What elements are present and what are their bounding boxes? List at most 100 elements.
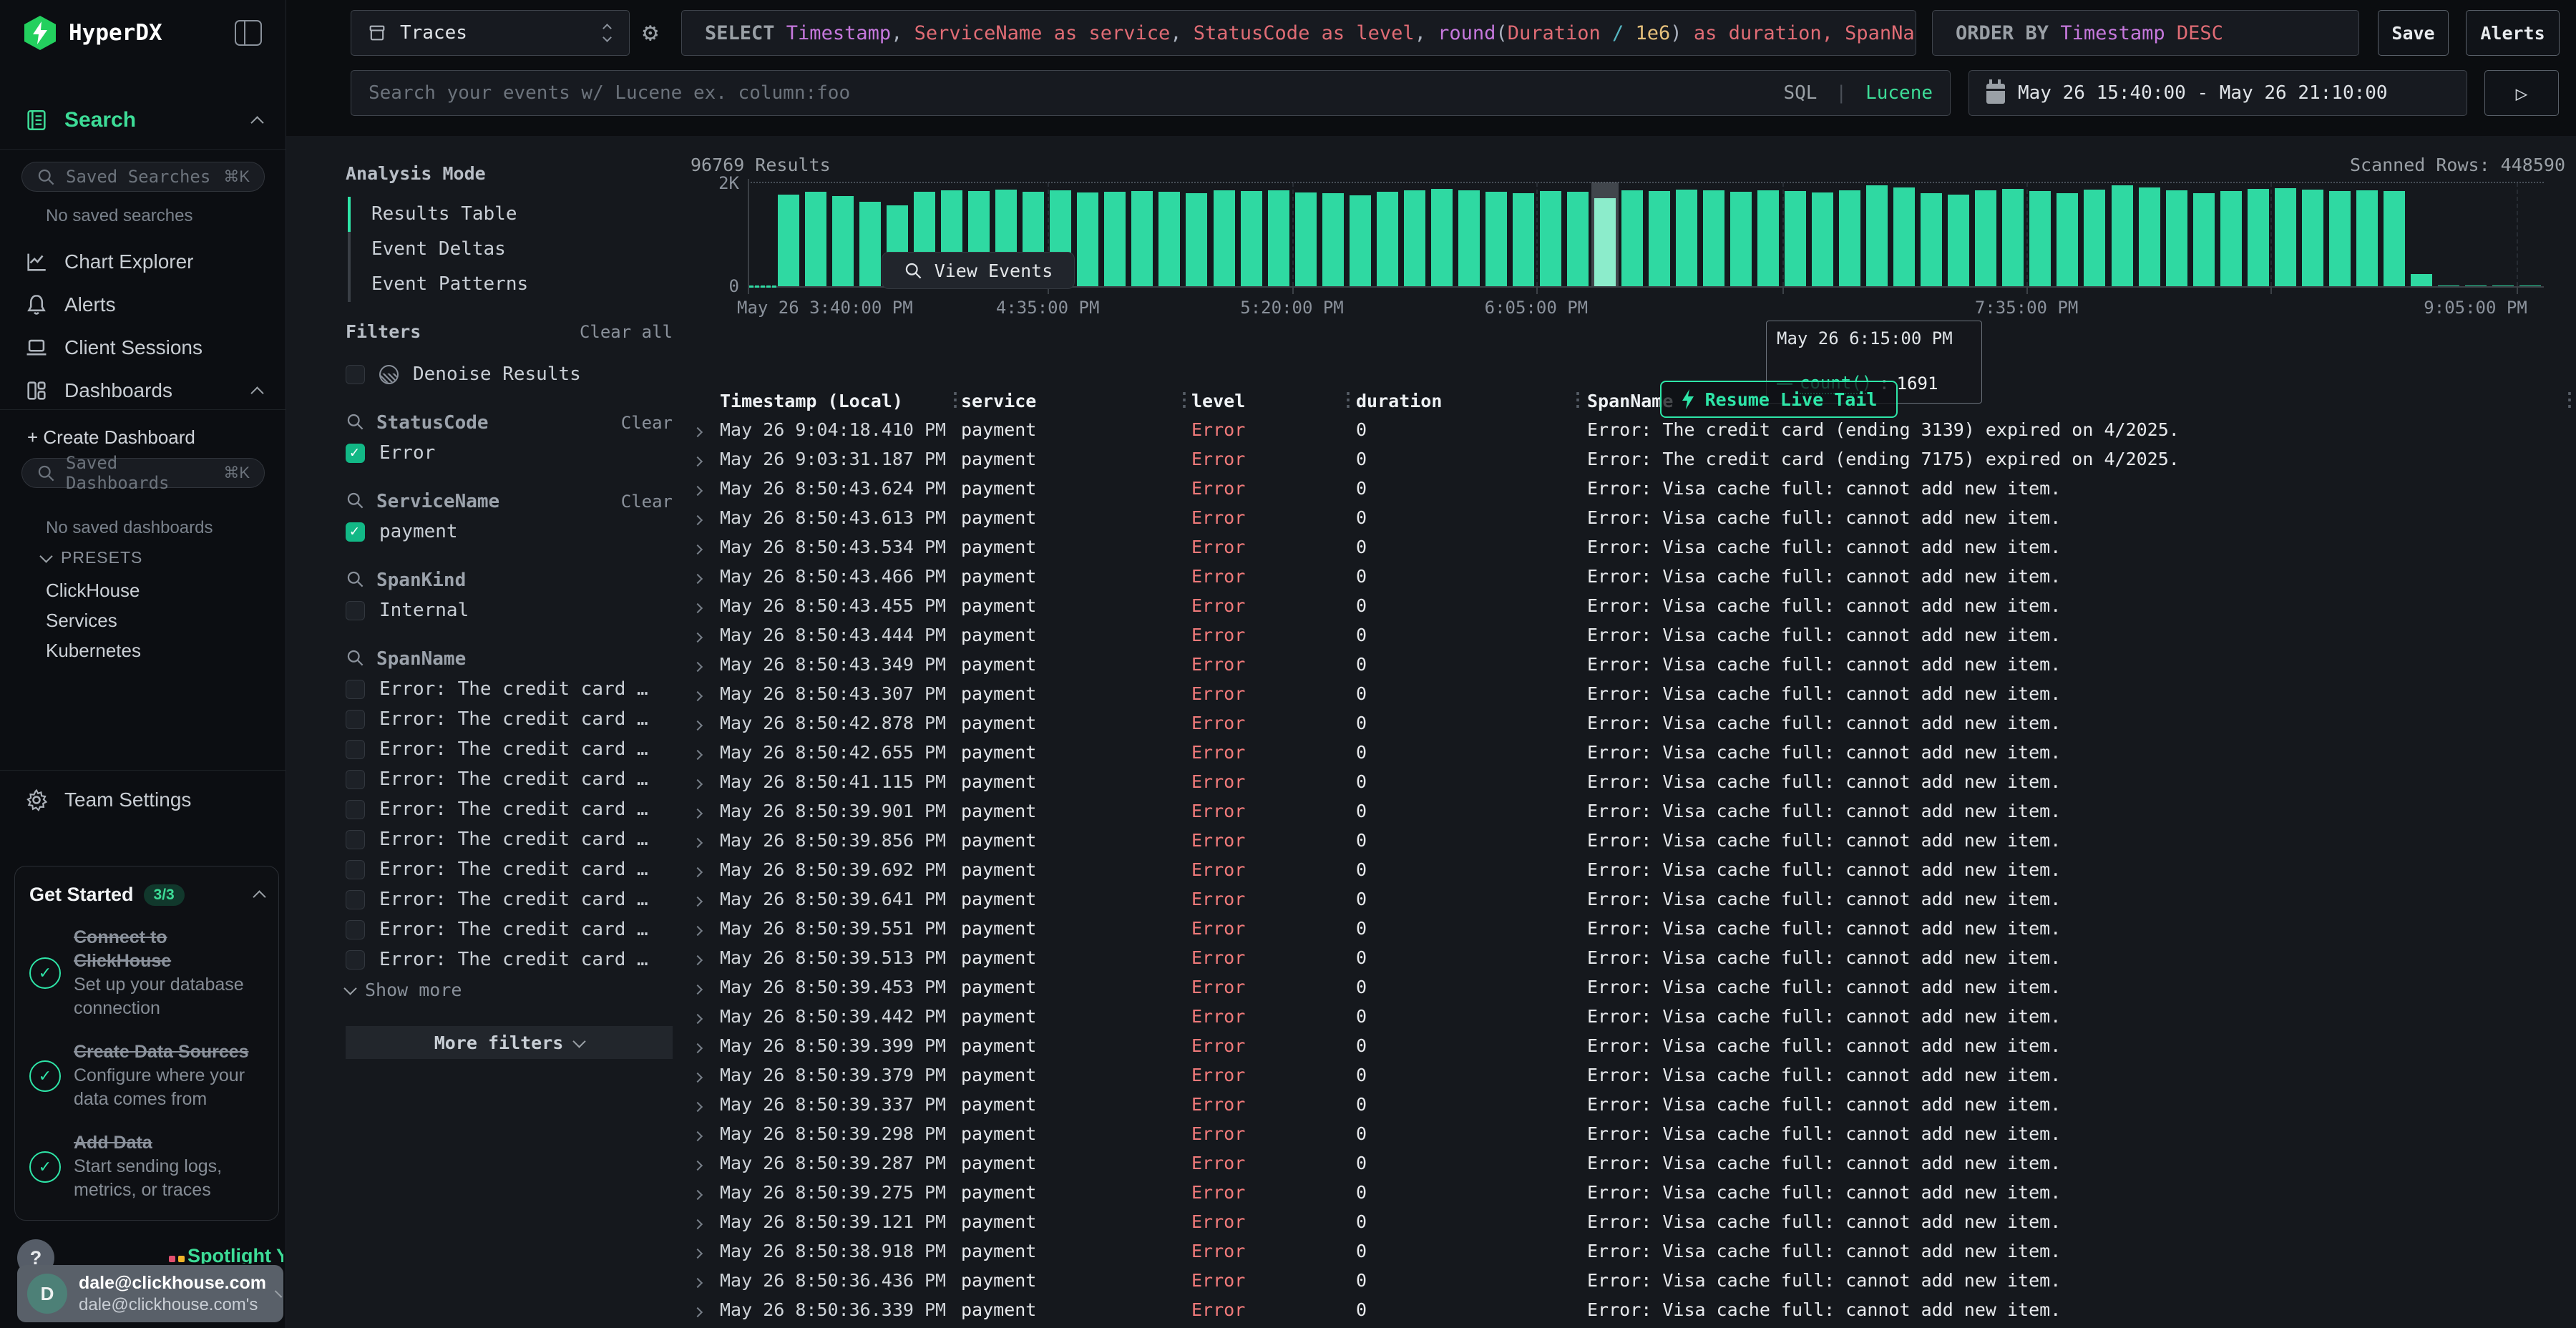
filter-option[interactable]: Error: The credit card …: [346, 704, 680, 734]
analysis-mode-item[interactable]: Event Patterns: [371, 267, 680, 302]
events-histogram[interactable]: 2K 0 May 26 3:40:00 PM4:35:00 PM5:20:00 …: [680, 136, 2576, 322]
histogram-bar[interactable]: [1676, 190, 1697, 286]
histogram-bar[interactable]: [1268, 190, 1289, 286]
column-separator[interactable]: ⋮: [1568, 389, 1587, 411]
histogram-bar[interactable]: [1921, 193, 1942, 287]
filter-checkbox[interactable]: [346, 740, 365, 759]
filter-checkbox[interactable]: [346, 800, 365, 819]
analysis-mode-item[interactable]: Results Table: [371, 197, 680, 232]
histogram-bar[interactable]: [832, 196, 854, 287]
presets-toggle[interactable]: PRESETS: [42, 548, 142, 567]
source-settings-gear-icon[interactable]: ⚙: [643, 17, 658, 49]
row-expand-button[interactable]: [694, 977, 720, 997]
row-expand-button[interactable]: [694, 947, 720, 968]
filter-checkbox[interactable]: [346, 830, 365, 849]
row-expand-button[interactable]: [694, 859, 720, 880]
table-row[interactable]: May 26 8:50:43.466 PMpaymentError0Error:…: [680, 562, 2576, 591]
sidebar-item-client-sessions[interactable]: Client Sessions: [0, 332, 286, 363]
filter-option[interactable]: Error: The credit card …: [346, 734, 680, 764]
search-input[interactable]: Search your events w/ Lucene ex. column:…: [351, 70, 1951, 116]
histogram-bar[interactable]: [1241, 191, 1262, 286]
show-more-link[interactable]: Show more: [346, 975, 680, 1005]
filter-checkbox[interactable]: [346, 710, 365, 729]
histogram-bar[interactable]: [1812, 192, 1833, 286]
row-expand-button[interactable]: [694, 1065, 720, 1085]
histogram-bar[interactable]: [2057, 193, 2078, 286]
filter-checkbox[interactable]: [346, 950, 365, 970]
analysis-mode-item[interactable]: Event Deltas: [371, 232, 680, 267]
table-row[interactable]: May 26 9:03:31.187 PMpaymentError0Error:…: [680, 444, 2576, 474]
row-expand-button[interactable]: [694, 918, 720, 939]
histogram-bar[interactable]: [2275, 188, 2296, 286]
table-row[interactable]: May 26 8:50:39.901 PMpaymentError0Error:…: [680, 796, 2576, 826]
view-events-button[interactable]: View Events: [882, 252, 1075, 289]
histogram-bar[interactable]: [1431, 189, 1453, 286]
preset-kubernetes[interactable]: Kubernetes: [46, 640, 141, 662]
histogram-bar[interactable]: [1730, 192, 1752, 286]
col-header-service[interactable]: service: [961, 391, 1191, 411]
filter-checkbox[interactable]: [346, 444, 365, 463]
row-expand-button[interactable]: [694, 1270, 720, 1291]
histogram-bar[interactable]: [1404, 190, 1425, 286]
histogram-bar[interactable]: [1621, 190, 1643, 286]
get-started-header[interactable]: Get Started 3/3: [29, 884, 264, 906]
date-range-picker[interactable]: May 26 15:40:00 - May 26 21:10:00: [1968, 70, 2467, 116]
row-expand-button[interactable]: [694, 625, 720, 645]
preset-services[interactable]: Services: [46, 610, 117, 632]
histogram-bar[interactable]: [1377, 192, 1398, 286]
histogram-bar[interactable]: [2220, 191, 2242, 286]
table-row[interactable]: May 26 8:50:39.121 PMpaymentError0Error:…: [680, 1207, 2576, 1236]
table-row[interactable]: May 26 9:04:18.410 PMpaymentError0Error:…: [680, 415, 2576, 444]
histogram-bar[interactable]: [1295, 192, 1317, 286]
table-row[interactable]: May 26 8:50:43.307 PMpaymentError0Error:…: [680, 679, 2576, 708]
histogram-bar[interactable]: [778, 195, 799, 286]
row-expand-button[interactable]: [694, 801, 720, 821]
row-expand-button[interactable]: [694, 507, 720, 528]
save-button[interactable]: Save: [2378, 10, 2449, 56]
histogram-bar[interactable]: [859, 202, 881, 286]
table-row[interactable]: May 26 8:50:39.298 PMpaymentError0Error:…: [680, 1119, 2576, 1148]
more-filters-button[interactable]: More filters: [346, 1026, 673, 1059]
histogram-bar[interactable]: [2356, 190, 2378, 286]
histogram-bar[interactable]: [2519, 285, 2541, 286]
table-row[interactable]: May 26 8:50:39.337 PMpaymentError0Error:…: [680, 1090, 2576, 1119]
table-row[interactable]: May 26 8:50:39.641 PMpaymentError0Error:…: [680, 884, 2576, 914]
row-expand-button[interactable]: [694, 1211, 720, 1232]
histogram-bar[interactable]: [1458, 190, 1480, 286]
table-row[interactable]: May 26 8:50:39.287 PMpaymentError0Error:…: [680, 1148, 2576, 1178]
histogram-bar[interactable]: [2193, 193, 2215, 287]
table-row[interactable]: May 26 8:50:39.513 PMpaymentError0Error:…: [680, 943, 2576, 972]
row-expand-button[interactable]: [694, 889, 720, 909]
table-row[interactable]: May 26 8:50:39.856 PMpaymentError0Error:…: [680, 826, 2576, 855]
filter-checkbox[interactable]: [346, 601, 365, 620]
filter-option[interactable]: Error: The credit card …: [346, 944, 680, 975]
histogram-bar[interactable]: [1214, 190, 1235, 286]
table-row[interactable]: May 26 8:50:42.655 PMpaymentError0Error:…: [680, 738, 2576, 767]
table-row[interactable]: May 26 8:50:42.878 PMpaymentError0Error:…: [680, 708, 2576, 738]
table-row[interactable]: May 26 8:50:38.918 PMpaymentError0Error:…: [680, 1236, 2576, 1266]
histogram-bar[interactable]: [1866, 185, 1888, 286]
row-expand-button[interactable]: [694, 1123, 720, 1144]
live-tail-play-button[interactable]: ▷: [2484, 70, 2559, 116]
filter-checkbox[interactable]: [346, 522, 365, 542]
histogram-bar[interactable]: [1540, 191, 1561, 286]
denoise-results-row[interactable]: Denoise Results: [346, 359, 680, 389]
filter-option[interactable]: Error: The credit card …: [346, 854, 680, 884]
clear-all-link[interactable]: Clear all: [580, 322, 673, 342]
row-expand-button[interactable]: [694, 419, 720, 440]
histogram-bar[interactable]: [1077, 192, 1098, 286]
histogram-bar[interactable]: [1513, 193, 1534, 287]
histogram-bar[interactable]: [2438, 285, 2459, 286]
histogram-bar[interactable]: [1186, 193, 1207, 286]
sidebar-item-team-settings[interactable]: Team Settings: [0, 784, 286, 816]
histogram-bar[interactable]: [1104, 192, 1126, 286]
row-expand-button[interactable]: [694, 1035, 720, 1056]
table-row[interactable]: May 26 8:50:39.442 PMpaymentError0Error:…: [680, 1002, 2576, 1031]
filter-checkbox[interactable]: [346, 680, 365, 699]
saved-searches-input[interactable]: Saved Searches ⌘K: [21, 162, 265, 192]
histogram-bar[interactable]: [1131, 191, 1153, 286]
sidebar-collapse-icon[interactable]: [235, 20, 262, 46]
column-separator[interactable]: ⋮: [1175, 389, 1194, 411]
histogram-bar[interactable]: [2302, 190, 2323, 286]
sidebar-item-dashboards[interactable]: Dashboards: [0, 375, 286, 406]
